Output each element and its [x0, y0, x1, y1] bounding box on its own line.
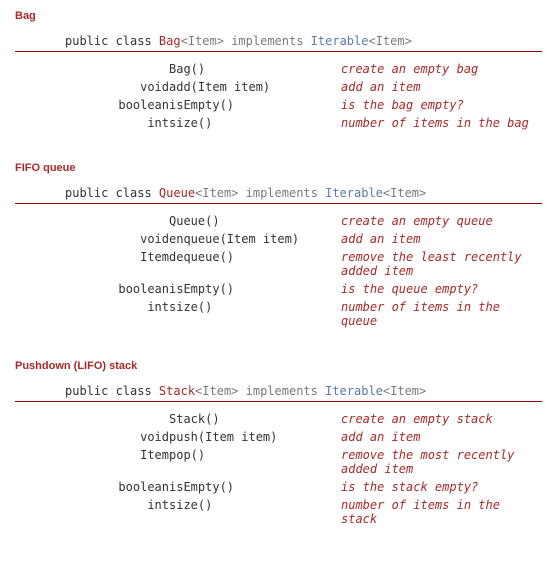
api-row: boolean isEmpty() is the queue empty?: [65, 280, 542, 298]
return-type: Item: [65, 248, 169, 280]
api-table: Stack() create an empty stack void push(…: [65, 410, 542, 528]
return-type: void: [65, 78, 169, 96]
return-type: boolean: [65, 96, 169, 114]
api-section-bag: Bag public class Bag<Item> implements It…: [15, 10, 542, 132]
api-row: int size() number of items in the stack: [65, 496, 542, 528]
api-row: void add(Item item) add an item: [65, 78, 529, 96]
api-row: Queue() create an empty queue: [65, 212, 542, 230]
section-title: Pushdown (LIFO) stack: [15, 360, 542, 372]
method-description: remove the most recently added item: [341, 446, 542, 478]
api-row: int size() number of items in the bag: [65, 114, 529, 132]
class-generic: <Item>: [195, 384, 238, 398]
api-row: void enqueue(Item item) add an item: [65, 230, 542, 248]
method-description: number of items in the stack: [341, 496, 542, 528]
method-description: is the bag empty?: [341, 96, 529, 114]
method-signature: dequeue(): [169, 248, 341, 280]
method-signature: isEmpty(): [169, 96, 341, 114]
method-signature: Queue(): [169, 212, 341, 230]
implements-keyword: implements: [238, 384, 325, 398]
interface-name: Iterable: [311, 34, 369, 48]
api-row: Bag() create an empty bag: [65, 60, 529, 78]
class-prefix: public class: [65, 34, 159, 48]
api-table: Bag() create an empty bag void add(Item …: [65, 60, 529, 132]
method-description: create an empty queue: [341, 212, 542, 230]
method-signature: isEmpty(): [169, 478, 341, 496]
method-description: is the queue empty?: [341, 280, 542, 298]
method-signature: Bag(): [169, 60, 341, 78]
class-declaration: public class Queue<Item> implements Iter…: [15, 186, 542, 204]
api-section-stack: Pushdown (LIFO) stack public class Stack…: [15, 360, 542, 528]
class-generic: <Item>: [181, 34, 224, 48]
api-row: Item dequeue() remove the least recently…: [65, 248, 542, 280]
class-generic: <Item>: [195, 186, 238, 200]
method-description: add an item: [341, 230, 542, 248]
interface-name: Iterable: [325, 186, 383, 200]
return-type: int: [65, 298, 169, 330]
method-description: create an empty bag: [341, 60, 529, 78]
return-type: boolean: [65, 478, 169, 496]
return-type: void: [65, 428, 169, 446]
return-type: int: [65, 496, 169, 528]
interface-generic: <Item>: [383, 186, 426, 200]
implements-keyword: implements: [238, 186, 325, 200]
class-name: Queue: [159, 186, 195, 200]
method-signature: size(): [169, 298, 341, 330]
method-signature: add(Item item): [169, 78, 341, 96]
class-declaration: public class Bag<Item> implements Iterab…: [15, 34, 542, 52]
class-prefix: public class: [65, 384, 159, 398]
implements-keyword: implements: [224, 34, 311, 48]
class-name: Stack: [159, 384, 195, 398]
section-title: Bag: [15, 10, 542, 22]
method-signature: enqueue(Item item): [169, 230, 341, 248]
class-declaration: public class Stack<Item> implements Iter…: [15, 384, 542, 402]
return-type: [65, 410, 169, 428]
method-signature: size(): [169, 114, 341, 132]
api-row: int size() number of items in the queue: [65, 298, 542, 330]
method-description: add an item: [341, 78, 529, 96]
method-signature: Stack(): [169, 410, 341, 428]
return-type: int: [65, 114, 169, 132]
method-description: add an item: [341, 428, 542, 446]
api-row: boolean isEmpty() is the stack empty?: [65, 478, 542, 496]
class-prefix: public class: [65, 186, 159, 200]
api-row: void push(Item item) add an item: [65, 428, 542, 446]
method-signature: pop(): [169, 446, 341, 478]
interface-name: Iterable: [325, 384, 383, 398]
method-signature: push(Item item): [169, 428, 341, 446]
interface-generic: <Item>: [383, 384, 426, 398]
class-name: Bag: [159, 34, 181, 48]
interface-generic: <Item>: [368, 34, 411, 48]
api-row: Stack() create an empty stack: [65, 410, 542, 428]
return-type: void: [65, 230, 169, 248]
return-type: boolean: [65, 280, 169, 298]
method-description: is the stack empty?: [341, 478, 542, 496]
method-description: number of items in the bag: [341, 114, 529, 132]
return-type: [65, 212, 169, 230]
method-signature: isEmpty(): [169, 280, 341, 298]
section-title: FIFO queue: [15, 162, 542, 174]
method-description: remove the least recently added item: [341, 248, 542, 280]
return-type: [65, 60, 169, 78]
api-section-queue: FIFO queue public class Queue<Item> impl…: [15, 162, 542, 330]
api-table: Queue() create an empty queue void enque…: [65, 212, 542, 330]
method-description: create an empty stack: [341, 410, 542, 428]
method-description: number of items in the queue: [341, 298, 542, 330]
method-signature: size(): [169, 496, 341, 528]
api-row: boolean isEmpty() is the bag empty?: [65, 96, 529, 114]
api-row: Item pop() remove the most recently adde…: [65, 446, 542, 478]
return-type: Item: [65, 446, 169, 478]
